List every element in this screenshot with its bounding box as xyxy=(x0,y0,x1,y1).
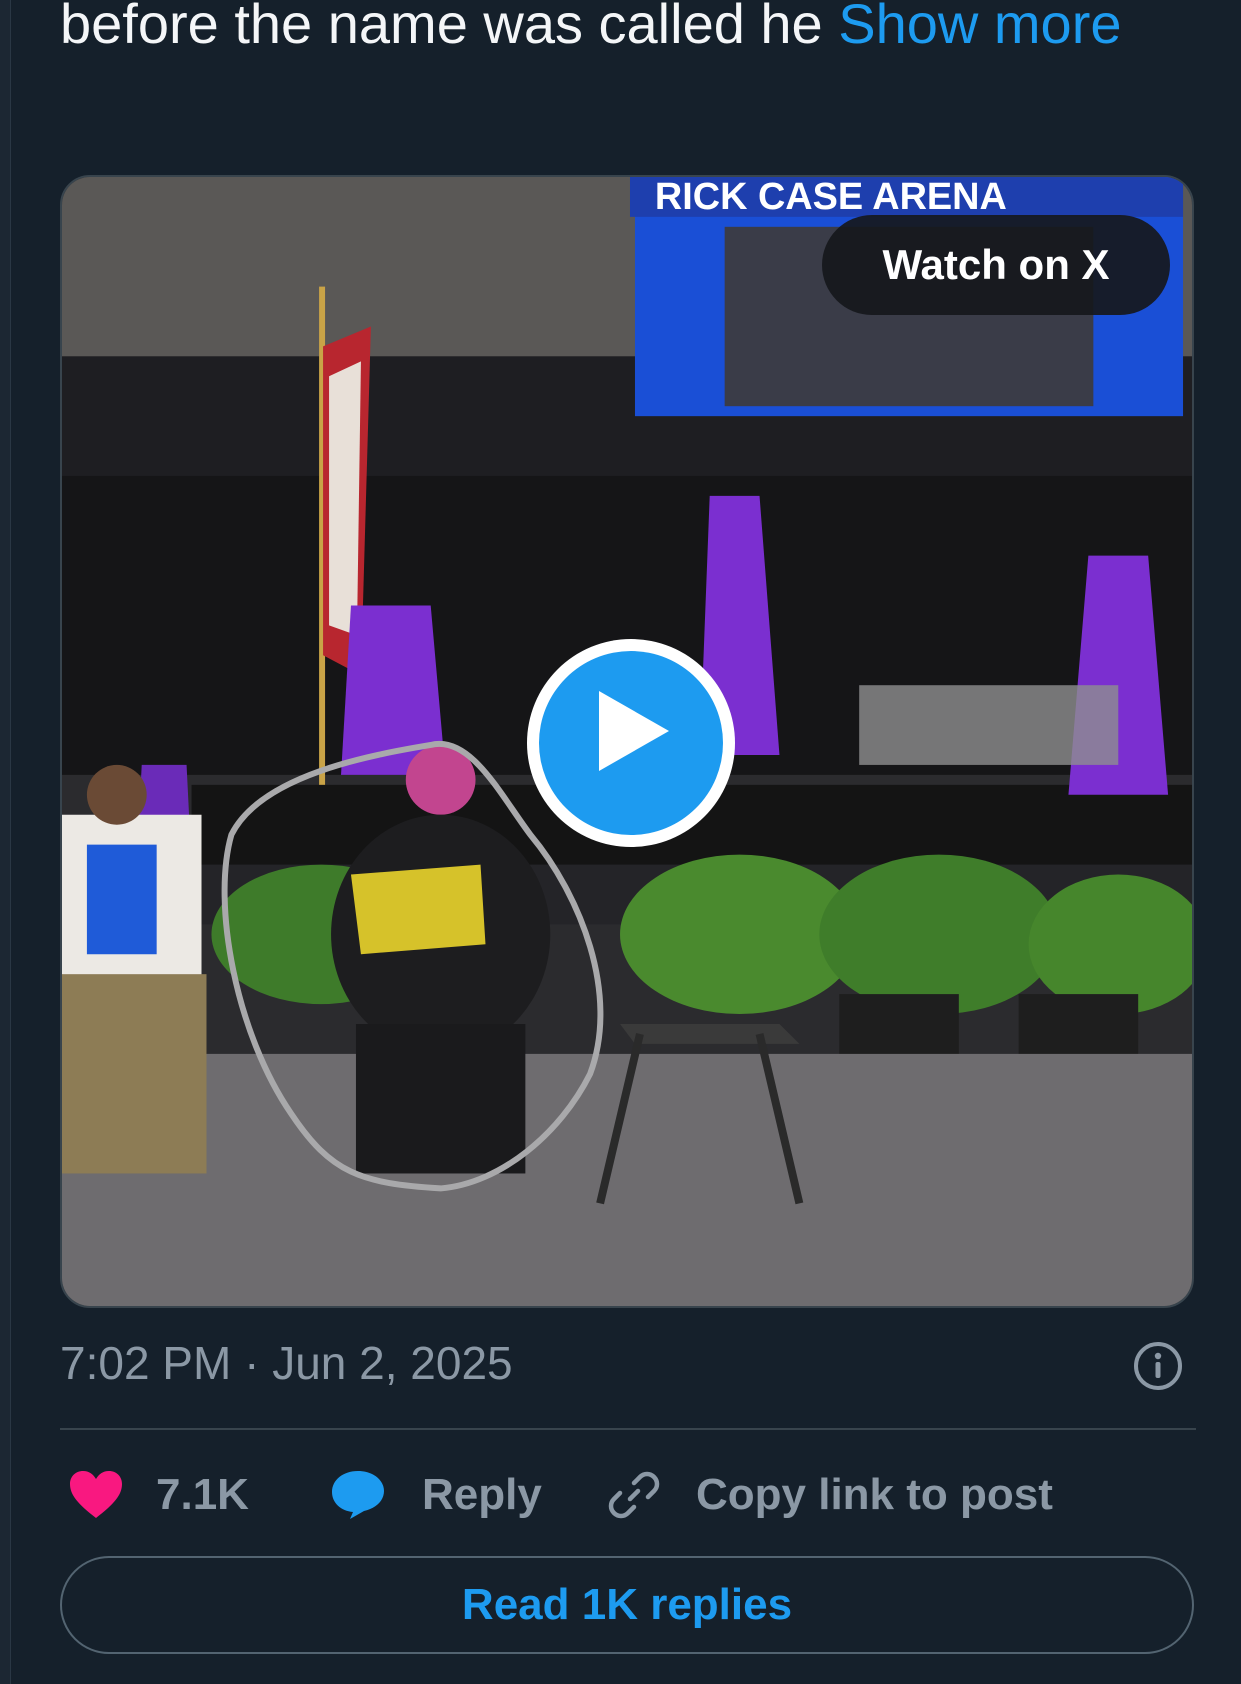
heart-icon xyxy=(70,1471,122,1518)
like-button[interactable]: 7.1K xyxy=(68,1462,249,1528)
video-player[interactable]: RICK CASE ARENA Watch on X xyxy=(60,175,1194,1308)
divider xyxy=(60,1428,1196,1430)
read-replies-button[interactable]: Read 1K replies xyxy=(60,1556,1194,1654)
comment-bubble-icon xyxy=(332,1471,384,1519)
post-timestamp[interactable]: 7:02 PM · Jun 2, 2025 xyxy=(60,1336,513,1390)
play-button[interactable] xyxy=(527,639,735,847)
arena-sign: RICK CASE ARENA xyxy=(655,177,1007,218)
info-icon[interactable] xyxy=(1132,1340,1184,1392)
copy-link-label: Copy link to post xyxy=(696,1470,1053,1519)
link-icon xyxy=(608,1471,660,1519)
watch-on-x-button[interactable]: Watch on X xyxy=(822,215,1170,315)
reply-button[interactable]: Reply xyxy=(330,1462,542,1528)
copy-link-button[interactable]: Copy link to post xyxy=(608,1462,1053,1528)
timeline-rule xyxy=(0,0,11,1684)
tweet-text: before the name was called he Show more xyxy=(60,0,1180,62)
like-count: 7.1K xyxy=(156,1470,249,1519)
play-icon xyxy=(599,691,669,771)
reply-label: Reply xyxy=(422,1470,542,1519)
action-bar: 7.1K Reply Copy link to post xyxy=(60,1462,1196,1528)
show-more-link[interactable]: Show more xyxy=(838,0,1121,55)
tweet-body: before the name was called he xyxy=(60,0,839,55)
